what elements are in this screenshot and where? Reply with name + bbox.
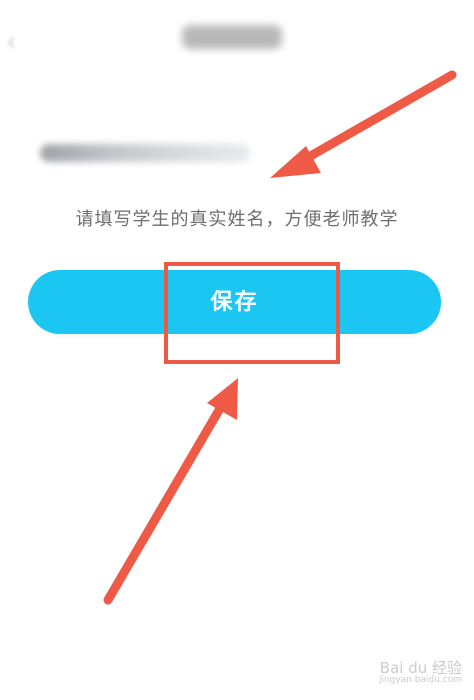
- arrow-to-save-button: [103, 378, 238, 605]
- watermark-logo: Bai du 经验 jingyan.baidu.com: [378, 658, 462, 686]
- save-button-highlight-box: [164, 262, 340, 364]
- watermark-logo-text: Bai du 经验: [379, 658, 462, 677]
- student-name-value-blurred: [40, 144, 250, 162]
- arrow-to-name-input: [270, 70, 457, 178]
- page-title-blurred: [182, 25, 282, 49]
- name-hint-text: 请填写学生的真实姓名，方便老师教学: [75, 209, 399, 230]
- back-chevron-icon[interactable]: ‹: [6, 29, 16, 55]
- watermark-url: jingyan.baidu.com: [378, 675, 462, 686]
- app-header: ‹: [0, 0, 474, 80]
